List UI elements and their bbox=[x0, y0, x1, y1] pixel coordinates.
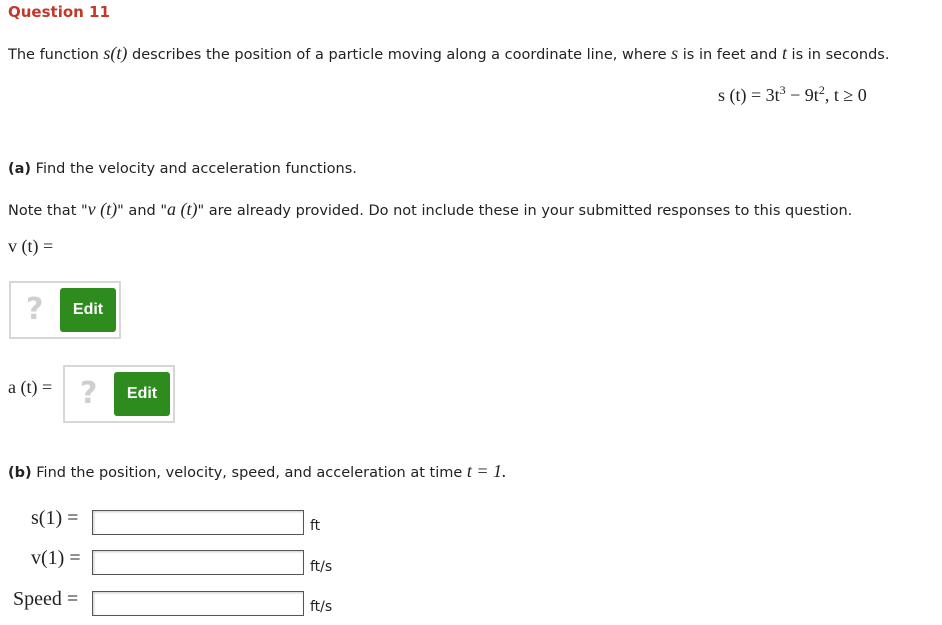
speed-unit: ft/s bbox=[310, 599, 333, 615]
part-a-text: Find the velocity and acceleration funct… bbox=[31, 161, 357, 177]
part-b-heading: (b) Find the position, velocity, speed, … bbox=[8, 461, 507, 482]
velocity-answer-box: ? Edit bbox=[9, 281, 121, 339]
intro-part: describes the position of a particle mov… bbox=[127, 47, 672, 63]
intro-part: is in seconds. bbox=[786, 47, 890, 63]
part-b-label: (b) bbox=[8, 465, 32, 481]
v1-unit: ft/s bbox=[310, 559, 333, 575]
equation-mid: − 9t bbox=[785, 85, 819, 105]
question-title: Question 11 bbox=[8, 3, 110, 21]
question-mark-icon: ? bbox=[80, 376, 98, 411]
question-mark-icon: ? bbox=[26, 292, 44, 327]
intro-part: The function bbox=[8, 47, 104, 63]
equation-lhs: s (t) = 3t bbox=[718, 85, 780, 105]
part-a-note: Note that "v (t)" and "a (t)" are alread… bbox=[8, 199, 852, 220]
note-a: a (t) bbox=[167, 199, 198, 219]
note-part: Note that " bbox=[8, 203, 88, 219]
s1-label: s(1) = bbox=[31, 507, 79, 529]
note-part: " and " bbox=[117, 203, 167, 219]
intro-math-s-of-t: s(t) bbox=[103, 43, 128, 63]
v-label: v (t) = bbox=[8, 236, 54, 256]
acceleration-edit-button[interactable]: Edit bbox=[114, 372, 170, 416]
a-label: a (t) = bbox=[8, 377, 53, 397]
part-a-label: (a) bbox=[8, 161, 32, 177]
speed-label: Speed = bbox=[13, 588, 79, 610]
s1-input[interactable] bbox=[92, 510, 304, 535]
note-v: v (t) bbox=[87, 199, 118, 219]
v1-input[interactable] bbox=[92, 550, 304, 575]
v1-label: v(1) = bbox=[31, 547, 81, 569]
part-b-text: Find the position, velocity, speed, and … bbox=[31, 465, 467, 481]
intro-part: is in feet and bbox=[678, 47, 782, 63]
velocity-edit-button[interactable]: Edit bbox=[60, 288, 116, 332]
s1-unit: ft bbox=[310, 518, 321, 534]
equation-rhs: , t ≥ 0 bbox=[824, 85, 867, 105]
position-equation: s (t) = 3t3 − 9t2, t ≥ 0 bbox=[718, 83, 867, 106]
acceleration-answer-box: ? Edit bbox=[63, 365, 175, 423]
intro-text: The function s(t) describes the position… bbox=[8, 43, 889, 64]
note-part: " are already provided. Do not include t… bbox=[197, 203, 853, 219]
part-b-time-expr: t = 1. bbox=[466, 461, 507, 481]
part-a-heading: (a) Find the velocity and acceleration f… bbox=[8, 161, 357, 177]
part-b-time: t = 1. bbox=[467, 461, 507, 481]
speed-input[interactable] bbox=[92, 591, 304, 616]
